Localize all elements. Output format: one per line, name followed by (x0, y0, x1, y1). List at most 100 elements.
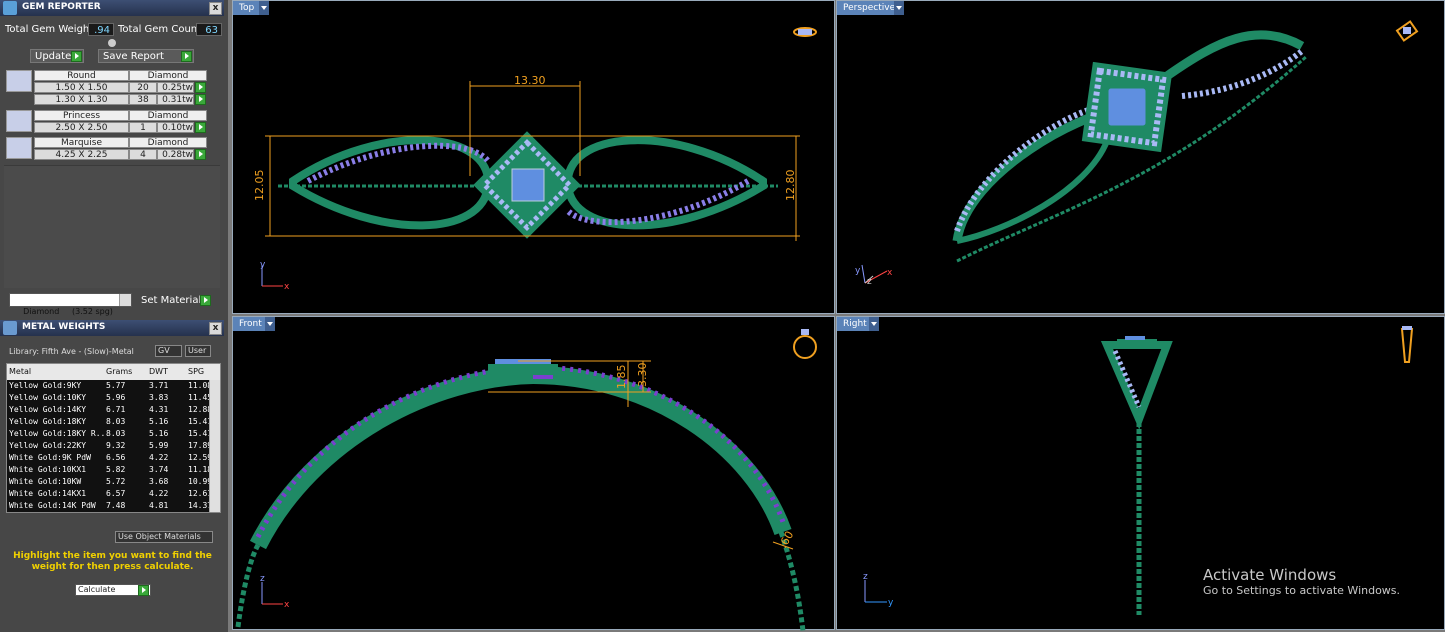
table-row[interactable]: Yellow Gold:22KY 9.32 5.99 17.89 (7, 440, 220, 452)
material-select[interactable]: Diamond (3.52 spg) (9, 293, 132, 316)
calculate-button[interactable]: Calculate (75, 584, 151, 596)
table-cell: 3.83 (149, 393, 169, 402)
table-row[interactable]: White Gold:9K PdW 6.56 4.22 12.59 (7, 452, 220, 464)
play-icon (71, 51, 82, 62)
chevron-down-icon (119, 294, 131, 306)
table-row[interactable]: Yellow Gold:18KY 8.03 5.16 15.41 (7, 416, 220, 428)
table-cell: White Gold:10KX1 (9, 465, 87, 474)
total-gem-count-value: 63 (196, 23, 222, 36)
gem-qty: 20 (129, 82, 157, 93)
column-header-metal[interactable]: Metal (9, 364, 31, 380)
table-cell: 4.22 (149, 489, 169, 498)
svg-text:y: y (260, 260, 266, 270)
user-toggle[interactable]: User (185, 345, 211, 357)
metal-rows: Yellow Gold:9KY 5.77 3.71 11.08 Yellow Gold:… (7, 380, 220, 512)
table-cell: 5.96 (106, 393, 126, 402)
collapse-icon[interactable] (108, 39, 116, 47)
table-cell: White Gold:9K PdW (9, 453, 91, 462)
perspective-viewport[interactable]: Perspective y x z (836, 0, 1445, 314)
svg-text:x: x (887, 268, 893, 278)
dim-width-label: 13.30 (514, 74, 546, 87)
table-row[interactable]: Yellow Gold:18KY R... 8.03 5.16 15.41 (7, 428, 220, 440)
gem-tw: 0.25tw (157, 82, 194, 93)
use-object-materials-button[interactable]: Use Object Materials (115, 531, 213, 543)
activate-windows-subtitle: Go to Settings to activate Windows. (1203, 584, 1401, 597)
gem-size: 1.50 X 1.50 (34, 82, 129, 93)
table-cell: 4.31 (149, 405, 169, 414)
table-row[interactable]: White Gold:10KW 5.72 3.68 10.99 (7, 476, 220, 488)
left-panel: GEM REPORTER x Total Gem Weight .94 Tota… (0, 0, 228, 632)
column-header-spg[interactable]: SPG (188, 364, 204, 380)
table-cell: White Gold:14K PdW (9, 501, 96, 510)
gem-tw: 0.31tw (157, 94, 194, 105)
gem-row-select-icon[interactable] (195, 122, 206, 133)
gem-shape: Princess (34, 110, 129, 121)
table-cell: Yellow Gold:14KY (9, 405, 87, 414)
table-cell: 4.22 (149, 453, 169, 462)
user-label: User (188, 346, 207, 355)
scrollbar[interactable] (209, 380, 220, 512)
top-viewport[interactable]: Top 13.30 12.05 12.80 y x (232, 0, 835, 314)
svg-text:y: y (855, 266, 861, 276)
table-cell: 6.71 (106, 405, 126, 414)
view-cube-icon (1400, 326, 1414, 363)
dim-b-label: 3.30 (636, 363, 649, 388)
total-gem-weight-value: .94 (88, 23, 114, 36)
column-header-dwt[interactable]: DWT (149, 364, 168, 380)
column-header-grams[interactable]: Grams (106, 364, 132, 380)
table-header: Metal Grams DWT SPG (7, 364, 220, 380)
axis-icon: y x z (855, 264, 893, 287)
gem-type: Diamond (129, 70, 207, 81)
table-row[interactable]: White Gold:10KX1 5.82 3.74 11.18 (7, 464, 220, 476)
total-gem-weight-label: Total Gem Weight (5, 24, 94, 35)
table-cell: 5.82 (106, 465, 126, 474)
gem-size: 1.30 X 1.30 (34, 94, 129, 105)
save-report-button[interactable]: Save Report (98, 49, 194, 63)
total-gem-count-label: Total Gem Count (118, 24, 202, 35)
marquise-gem-icon[interactable] (6, 137, 32, 159)
set-material-button[interactable]: Set Material (137, 294, 212, 308)
table-row[interactable]: Yellow Gold:14KY 6.71 4.31 12.88 (7, 404, 220, 416)
table-cell: 3.68 (149, 477, 169, 486)
round-gem-icon[interactable] (6, 70, 32, 92)
table-row[interactable]: Yellow Gold:10KY 5.96 3.83 11.45 (7, 392, 220, 404)
gem-row-select-icon[interactable] (195, 94, 206, 105)
view-cube-icon (1395, 20, 1419, 42)
princess-gem-icon[interactable] (6, 110, 32, 132)
front-viewport[interactable]: Front 1.85 3.30 .60 z x (232, 316, 835, 631)
gem-row-select-icon[interactable] (195, 149, 206, 160)
table-cell: Yellow Gold:22KY (9, 441, 87, 450)
gem-reporter-icon (3, 1, 17, 15)
table-cell: 5.77 (106, 381, 126, 390)
table-cell: 8.03 (106, 429, 126, 438)
play-icon (181, 51, 192, 62)
svg-text:z: z (867, 277, 872, 287)
gem-row-select-icon[interactable] (195, 82, 206, 93)
use-object-materials-label: Use Object Materials (118, 532, 201, 541)
close-icon[interactable]: x (209, 322, 222, 335)
axis-icon: y x (260, 260, 290, 292)
update-button[interactable]: Update (30, 49, 84, 63)
dim-a-label: 1.85 (615, 365, 628, 390)
view-cube-icon (793, 329, 817, 359)
table-row[interactable]: Yellow Gold:9KY 5.77 3.71 11.08 (7, 380, 220, 392)
table-cell: Yellow Gold:18KY R... (9, 429, 104, 438)
update-button-label: Update (35, 51, 72, 62)
metal-weights-header: METAL WEIGHTS x (0, 320, 224, 336)
gv-toggle[interactable]: GV (155, 345, 182, 357)
table-row[interactable]: White Gold:14K PdW 7.48 4.81 14.37 (7, 500, 220, 512)
gem-shape: Round (34, 70, 129, 81)
svg-text:z: z (863, 572, 868, 582)
table-cell: 3.74 (149, 465, 169, 474)
gem-qty: 38 (129, 94, 157, 105)
table-cell: 8.03 (106, 417, 126, 426)
right-viewport[interactable]: Right z y (836, 316, 1445, 630)
gv-label: GV (158, 346, 170, 355)
set-material-label: Set Material (141, 295, 202, 306)
axis-icon: z y (863, 572, 894, 608)
gem-size: 2.50 X 2.50 (34, 122, 129, 133)
table-cell: 6.56 (106, 453, 126, 462)
svg-text:z: z (260, 574, 265, 584)
close-icon[interactable]: x (209, 2, 222, 15)
table-row[interactable]: White Gold:14KX1 6.57 4.22 12.61 (7, 488, 220, 500)
